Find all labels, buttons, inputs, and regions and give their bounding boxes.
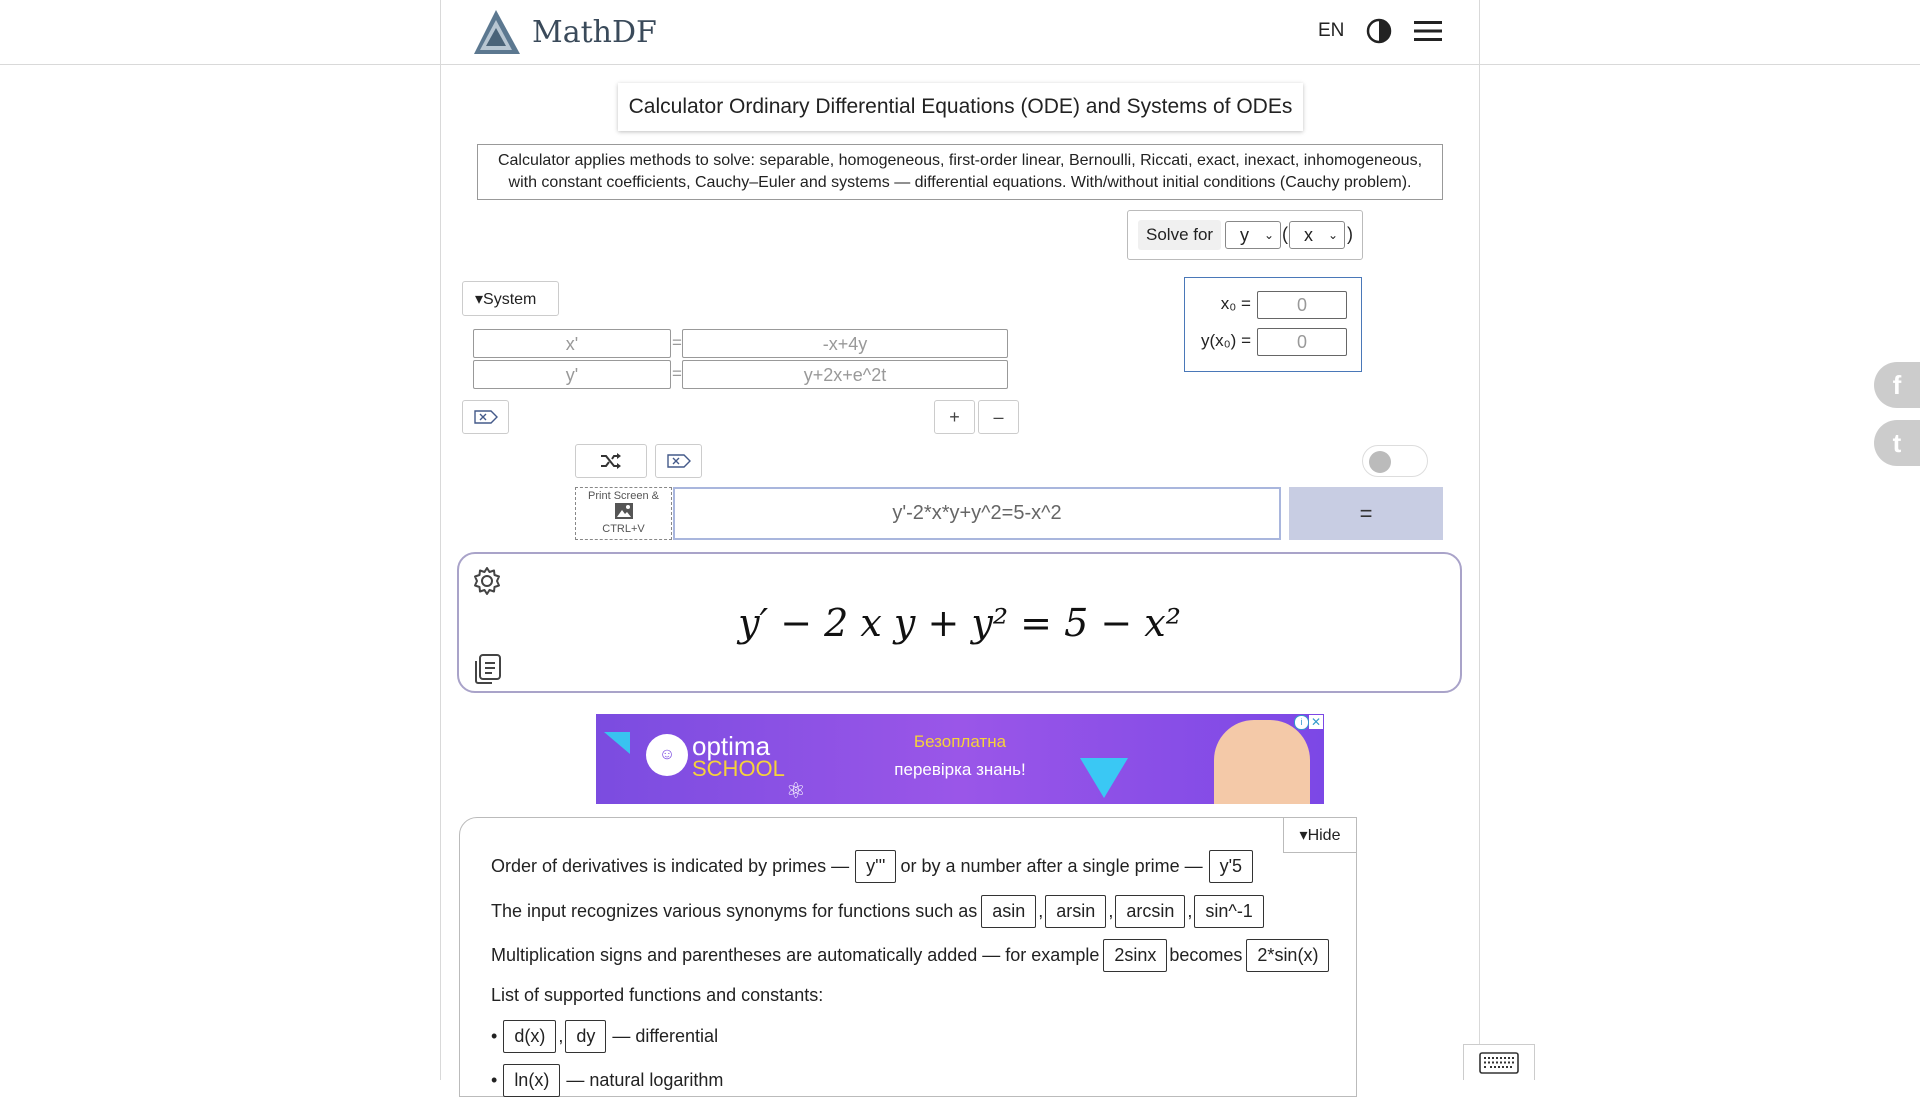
shuffle-icon xyxy=(601,453,621,469)
facebook-share-button[interactable]: f xyxy=(1874,362,1920,408)
page-title: Calculator Ordinary Differential Equatio… xyxy=(618,83,1303,131)
chevron-down-icon: ⌄ xyxy=(1327,228,1338,242)
toggle-knob xyxy=(1369,451,1391,473)
paste-image-area[interactable]: Print Screen & CTRL+V xyxy=(575,487,672,540)
help-text: — differential xyxy=(612,1026,719,1046)
system-rhs-1[interactable]: -x+4y xyxy=(682,329,1008,358)
help-text: Order of derivatives is indicated by pri… xyxy=(491,856,850,876)
language-selector[interactable]: EN xyxy=(1318,20,1344,42)
separator: , xyxy=(558,1026,564,1046)
help-item-logarithm: • ln(x) — natural logarithm xyxy=(491,1064,723,1097)
example-chip[interactable]: y'5 xyxy=(1208,850,1254,883)
right-border xyxy=(1479,0,1480,1080)
help-text: or by a number after a single prime — xyxy=(900,856,1203,876)
help-line-multiplication: Multiplication signs and parentheses are… xyxy=(491,939,1331,972)
equation-preview: y′ − 2 x y + y² = 5 − x² xyxy=(457,552,1462,693)
help-line-functions-heading: List of supported functions and constant… xyxy=(491,985,824,1005)
equation-input[interactable]: y'-2*x*y+y^2=5-x^2 xyxy=(673,487,1281,540)
remove-equation-button[interactable]: – xyxy=(978,400,1019,434)
twitter-share-button[interactable]: t xyxy=(1874,420,1920,466)
system-rhs-2[interactable]: y+2x+e^2t xyxy=(682,360,1008,389)
advertisement-banner[interactable]: ☺ optima SCHOOL ⚛ Безоплатна перевірка з… xyxy=(596,714,1324,804)
separator: , xyxy=(1038,901,1044,921)
keyboard-button[interactable] xyxy=(1463,1044,1535,1080)
facebook-icon: f xyxy=(1892,369,1902,400)
initial-conditions-panel: x₀ = 0 y(x₀) = 0 xyxy=(1184,277,1362,372)
open-paren: ( xyxy=(1282,224,1288,244)
keyboard-icon xyxy=(1479,1051,1519,1074)
x0-label: x₀ = xyxy=(1220,294,1251,313)
example-chip[interactable]: dy xyxy=(565,1020,607,1053)
solve-for-panel: Solve for y ⌄ ( x ⌄ ) xyxy=(1127,210,1363,260)
separator: , xyxy=(1187,901,1193,921)
yx0-input[interactable]: 0 xyxy=(1257,328,1347,356)
menu-icon[interactable] xyxy=(1414,20,1442,42)
bullet: • xyxy=(491,1070,498,1090)
mode-toggle[interactable] xyxy=(1362,445,1428,477)
help-text: Multiplication signs and parentheses are… xyxy=(491,945,1100,965)
header-divider xyxy=(0,64,1920,65)
solve-button[interactable]: = xyxy=(1289,487,1443,540)
ad-close-icon[interactable]: ✕ xyxy=(1309,715,1323,729)
system-equals-2: = xyxy=(672,364,682,383)
system-lhs-2[interactable]: y' xyxy=(473,360,671,389)
chevron-down-icon: ⌄ xyxy=(1263,228,1274,242)
example-chip[interactable]: arcsin xyxy=(1115,895,1186,928)
help-line-synonyms: The input recognizes various synonyms fo… xyxy=(491,895,1266,928)
x0-input[interactable]: 0 xyxy=(1257,291,1347,319)
paste-label-bottom: CTRL+V xyxy=(602,523,645,535)
backspace-icon xyxy=(473,410,498,424)
logo[interactable]: MathDF xyxy=(472,8,657,56)
random-example-button[interactable] xyxy=(575,444,647,478)
example-chip[interactable]: sin^-1 xyxy=(1194,895,1264,928)
system-toggle[interactable]: ▾System xyxy=(462,281,559,316)
close-paren: ) xyxy=(1347,224,1353,244)
rendered-equation: y′ − 2 x y + y² = 5 − x² xyxy=(738,600,1181,645)
add-equation-button[interactable]: + xyxy=(934,400,975,434)
separator: , xyxy=(1108,901,1114,921)
help-item-differential: • d(x) , dy — differential xyxy=(491,1020,718,1053)
left-border xyxy=(440,0,441,1080)
example-chip[interactable]: 2*sin(x) xyxy=(1246,939,1330,972)
theme-toggle-icon[interactable] xyxy=(1366,18,1392,44)
paste-label-top: Print Screen & xyxy=(588,490,659,502)
description: Calculator applies methods to solve: sep… xyxy=(477,144,1443,200)
example-chip[interactable]: arsin xyxy=(1045,895,1107,928)
variable-value: x xyxy=(1304,224,1313,245)
help-line-derivatives: Order of derivatives is indicated by pri… xyxy=(491,850,1255,883)
description-line-1: Calculator applies methods to solve: sep… xyxy=(497,152,1423,169)
atom-icon: ⚛ xyxy=(786,778,806,803)
image-icon xyxy=(614,503,633,519)
solve-for-label: Solve for xyxy=(1138,220,1222,250)
example-chip[interactable]: y''' xyxy=(855,850,897,883)
function-select[interactable]: y ⌄ xyxy=(1225,221,1281,249)
system-equals-1: = xyxy=(672,333,682,352)
example-chip[interactable]: asin xyxy=(981,895,1037,928)
system-clear-button[interactable] xyxy=(462,400,509,434)
function-value: y xyxy=(1240,224,1249,245)
example-chip[interactable]: ln(x) xyxy=(503,1064,561,1097)
logo-icon xyxy=(474,10,520,54)
input-clear-button[interactable] xyxy=(655,444,702,478)
hide-help-button[interactable]: ▾Hide xyxy=(1283,817,1357,853)
system-lhs-1[interactable]: x' xyxy=(473,329,671,358)
twitter-icon: t xyxy=(1892,427,1902,458)
variable-select[interactable]: x ⌄ xyxy=(1289,221,1345,249)
example-chip[interactable]: d(x) xyxy=(503,1020,557,1053)
ad-info-icon[interactable]: i xyxy=(1294,715,1309,730)
student-photo xyxy=(1214,720,1310,804)
yx0-label: y(x₀) = xyxy=(1200,331,1251,350)
description-line-2: with constant coefficients, Cauchy–Euler… xyxy=(508,174,1412,191)
help-text: — natural logarithm xyxy=(566,1070,724,1090)
help-text: becomes xyxy=(1169,945,1243,965)
backspace-icon xyxy=(666,454,691,468)
example-chip[interactable]: 2sinx xyxy=(1103,939,1168,972)
bullet: • xyxy=(491,1026,498,1046)
triangle-decoration-icon xyxy=(1080,758,1128,798)
logo-text: MathDF xyxy=(532,14,657,50)
help-text: The input recognizes various synonyms fo… xyxy=(491,901,978,921)
